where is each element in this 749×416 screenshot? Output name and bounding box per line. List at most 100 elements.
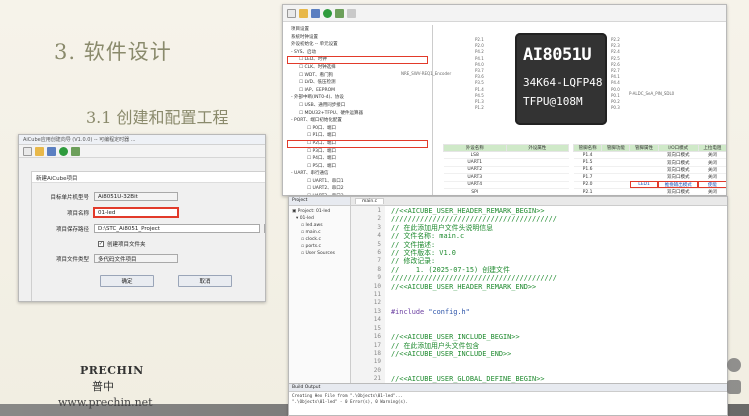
- new-file-icon[interactable]: [287, 8, 296, 18]
- table-cell: [506, 166, 569, 175]
- pin-note-right: P-ALDC_SeA_PIN_SDL0: [629, 91, 675, 96]
- cancel-button[interactable]: 取消: [178, 275, 232, 287]
- table-cell: 关闭: [698, 151, 726, 160]
- video-fullscreen-icon[interactable]: [727, 380, 741, 394]
- column-header: 管脚属性: [629, 144, 659, 152]
- column-header: 外设名称: [443, 144, 507, 152]
- settings-icon[interactable]: [347, 8, 356, 18]
- table-row[interactable]: P1.7 双向口模式 关闭: [573, 173, 726, 182]
- pin-label[interactable]: P3.5: [475, 80, 484, 86]
- tree-item[interactable]: ☐ MDU32+TFPU、硬件运算器: [287, 110, 428, 118]
- tree-item[interactable]: - SYS、启动: [287, 49, 428, 57]
- pin-label[interactable]: P1.2: [475, 105, 484, 111]
- code-line: // 文件名称: main.c: [391, 232, 465, 241]
- project-name-input[interactable]: 01-led: [93, 207, 179, 218]
- browse-button[interactable]: ...: [264, 224, 265, 233]
- export-icon[interactable]: [335, 8, 344, 18]
- create-folder-label: 创建项目文件夹: [107, 242, 146, 248]
- open-folder-icon[interactable]: [35, 146, 44, 156]
- project-tree-item[interactable]: ▫ User Sources: [292, 250, 347, 257]
- tree-item[interactable]: ☐ LED、时钟: [287, 56, 428, 64]
- tab-main-c[interactable]: main.c: [355, 198, 385, 204]
- table-cell: 双向口模式: [658, 173, 699, 182]
- chip-model: AI8051U: [523, 45, 592, 65]
- table-cell: [629, 188, 659, 195]
- brand-url: www.prechin.net: [58, 396, 153, 409]
- tree-item[interactable]: - UART、串行通信: [287, 170, 428, 178]
- open-folder-icon[interactable]: [299, 8, 308, 18]
- project-tree-item[interactable]: ▫ led.aws: [292, 222, 347, 229]
- run-icon[interactable]: [59, 146, 68, 156]
- tree-item[interactable]: ☐ IAP、EEPROM: [287, 87, 428, 95]
- tree-item[interactable]: ☐ P2口、端口: [287, 139, 428, 148]
- ok-button[interactable]: 确定: [100, 275, 154, 287]
- tree-item[interactable]: ☐ P4口、端口: [287, 155, 428, 163]
- tree-item[interactable]: - PORT、端口初始化配置: [287, 117, 428, 125]
- table-row[interactable]: P2.1 双向口模式 关闭: [573, 188, 726, 195]
- file-type-select[interactable]: 多代码文件项目: [94, 254, 178, 263]
- target-mcu-select[interactable]: Ai8051U-32Bit: [94, 192, 178, 201]
- code-line: //<<AICUBE_USER_INCLUDE_END>>: [391, 349, 512, 358]
- tree-item[interactable]: 外设初始化 -- 单元设置: [287, 41, 428, 49]
- tree-item[interactable]: ☐ P0口、端口: [287, 125, 428, 133]
- tree-item[interactable]: 系统时钟设置: [287, 34, 428, 42]
- chip-view: P2.1 P2.0 P4.2 P4.1 P4.0 P3.7 P3.6 P3.5 P1.4 P4.5…: [401, 25, 726, 145]
- code-line: //<<AICUBE_USER_GLOBAL_DEFINE_BEGIN>>: [391, 375, 545, 383]
- tree-item[interactable]: - 外部中断(INT0-4)、协设: [287, 94, 428, 102]
- new-file-icon[interactable]: [23, 146, 32, 156]
- pin-label[interactable]: P1.4: [475, 87, 484, 93]
- pin-label[interactable]: P2.5: [611, 56, 620, 62]
- file-type-label: 项目文件类型: [55, 256, 89, 263]
- table-row[interactable]: P2.0 LED1 推挽输出模式 使能: [573, 181, 726, 189]
- tree-item[interactable]: ☐ P1口、端口: [287, 132, 428, 140]
- table-row[interactable]: SPI: [443, 188, 569, 195]
- source-code[interactable]: //<<AICUBE_USER_HEADER_REMARK_BEGIN>>///…: [391, 206, 719, 383]
- table-cell: [506, 151, 569, 160]
- pin-label[interactable]: P0.0: [611, 87, 620, 93]
- pin-label[interactable]: P0.3: [611, 105, 620, 111]
- column-header: 上拉电阻: [697, 144, 726, 152]
- tree-item[interactable]: ☐ UART3、串口3: [287, 193, 428, 195]
- tree-item[interactable]: ☐ UART1、串口1: [287, 178, 428, 186]
- project-tree-item[interactable]: ▫ ports.c: [292, 243, 347, 250]
- table-row[interactable]: P1.6 双向口模式 关闭: [573, 166, 726, 175]
- run-icon[interactable]: [323, 8, 332, 18]
- pin-table: 管脚名称 管脚功能 管脚属性 I/O口模式 上拉电阻 P1.4 双向口模式 关闭 P1.5 双向口…: [572, 144, 726, 195]
- pin-label[interactable]: P4.2: [475, 49, 484, 55]
- tree-item[interactable]: ☐ P3口、端口: [287, 148, 428, 156]
- table-cell: LED1: [629, 181, 659, 189]
- chip-package: AI8051U 34K64-LQFP48 TFPU@108M: [515, 33, 607, 125]
- save-path-input[interactable]: D:\STC_Ai8051_Project: [94, 224, 260, 233]
- table-cell: 双向口模式: [658, 151, 699, 160]
- video-play-icon[interactable]: [727, 358, 741, 372]
- project-tree-item[interactable]: ▫ main.c: [292, 229, 347, 236]
- pin-label[interactable]: P4.4: [611, 80, 620, 86]
- table-row[interactable]: UART3: [443, 173, 569, 182]
- pin-label[interactable]: P2.4: [611, 49, 620, 55]
- project-tree-item[interactable]: ▫ clock.c: [292, 236, 347, 243]
- project-tree-item[interactable]: ▾ 01-led: [292, 215, 347, 222]
- table-row[interactable]: UART2: [443, 166, 569, 175]
- save-icon[interactable]: [47, 146, 56, 156]
- tree-item[interactable]: 项目设置: [287, 26, 428, 34]
- left-pins: P2.1 P2.0 P4.2 P4.1 P4.0 P3.7 P3.6 P3.5 P1.4 P4.5…: [475, 37, 484, 111]
- pin-label[interactable]: P4.1: [475, 56, 484, 62]
- tree-item[interactable]: ☐ LVD、低压检测: [287, 79, 428, 87]
- target-mcu-label: 目标单片机型号: [50, 194, 89, 201]
- column-header: I/O口模式: [657, 144, 699, 152]
- tree-item[interactable]: ☐ P5口、端口: [287, 163, 428, 171]
- table-row[interactable]: LS8: [443, 151, 569, 160]
- create-folder-checkbox[interactable]: ✓: [98, 241, 104, 247]
- table-cell: UART1: [443, 158, 506, 167]
- tree-item[interactable]: ☐ UART2、串口2: [287, 185, 428, 193]
- table-cell: 关闭: [698, 188, 726, 195]
- save-path-row: 项目保存路径 D:\STC_Ai8051_Project ...: [38, 224, 265, 233]
- project-tree-item[interactable]: ▣ Project: 01-led: [292, 208, 347, 215]
- table-row[interactable]: P1.4 双向口模式 关闭: [573, 151, 726, 160]
- save-icon[interactable]: [311, 8, 320, 18]
- table-row[interactable]: UART1: [443, 158, 569, 167]
- export-icon[interactable]: [71, 146, 80, 156]
- table-row[interactable]: P1.5 双向口模式 关闭: [573, 158, 726, 167]
- tree-item[interactable]: ☐ USB、通用同步接口: [287, 102, 428, 110]
- table-row[interactable]: UART4: [443, 181, 569, 189]
